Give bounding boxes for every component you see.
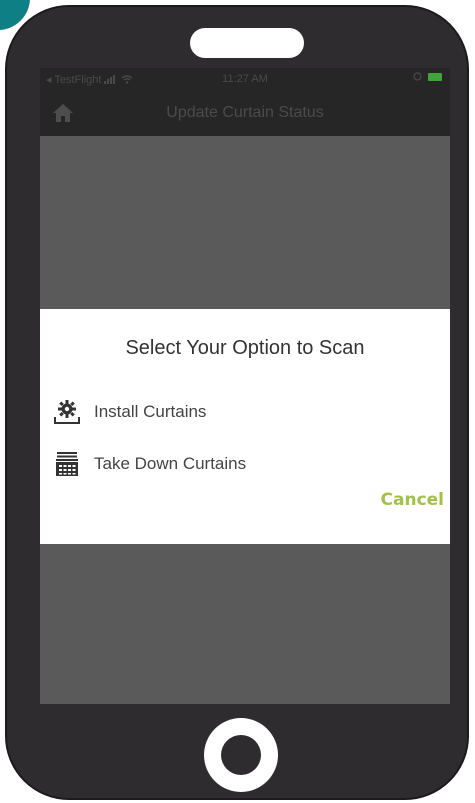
option-take-down-curtains[interactable]: Take Down Curtains <box>52 448 246 480</box>
page-title: Update Curtain Status <box>166 104 324 121</box>
phone-screen: ◂ TestFlight 11:27 AM Update Curtain Sta… <box>40 68 450 704</box>
option-label: Install Curtains <box>94 402 207 421</box>
curtain-box-icon <box>52 449 82 479</box>
dialog-title: Select Your Option to Scan <box>125 337 365 359</box>
option-install-curtains[interactable]: Install Curtains <box>52 396 206 428</box>
location-lock-icon <box>413 72 422 81</box>
status-indicators <box>413 72 442 81</box>
phone-home-button[interactable] <box>204 718 278 792</box>
phone-frame: ◂ TestFlight 11:27 AM Update Curtain Sta… <box>5 5 469 800</box>
gear-tray-icon <box>52 397 82 427</box>
scan-option-dialog: Select Your Option to Scan Install Curta… <box>40 309 450 544</box>
battery-icon <box>428 72 442 81</box>
page: ◂ TestFlight 11:27 AM Update Curtain Sta… <box>0 0 475 803</box>
option-label: Take Down Curtains <box>94 454 247 473</box>
home-button-inner <box>221 735 261 775</box>
nav-bar: Update Curtain Status <box>40 90 450 136</box>
status-time: 11:27 AM <box>222 73 268 85</box>
phone-speaker <box>190 28 304 58</box>
cancel-button[interactable]: Cancel <box>381 490 444 510</box>
status-bar: ◂ TestFlight 11:27 AM <box>40 68 450 90</box>
